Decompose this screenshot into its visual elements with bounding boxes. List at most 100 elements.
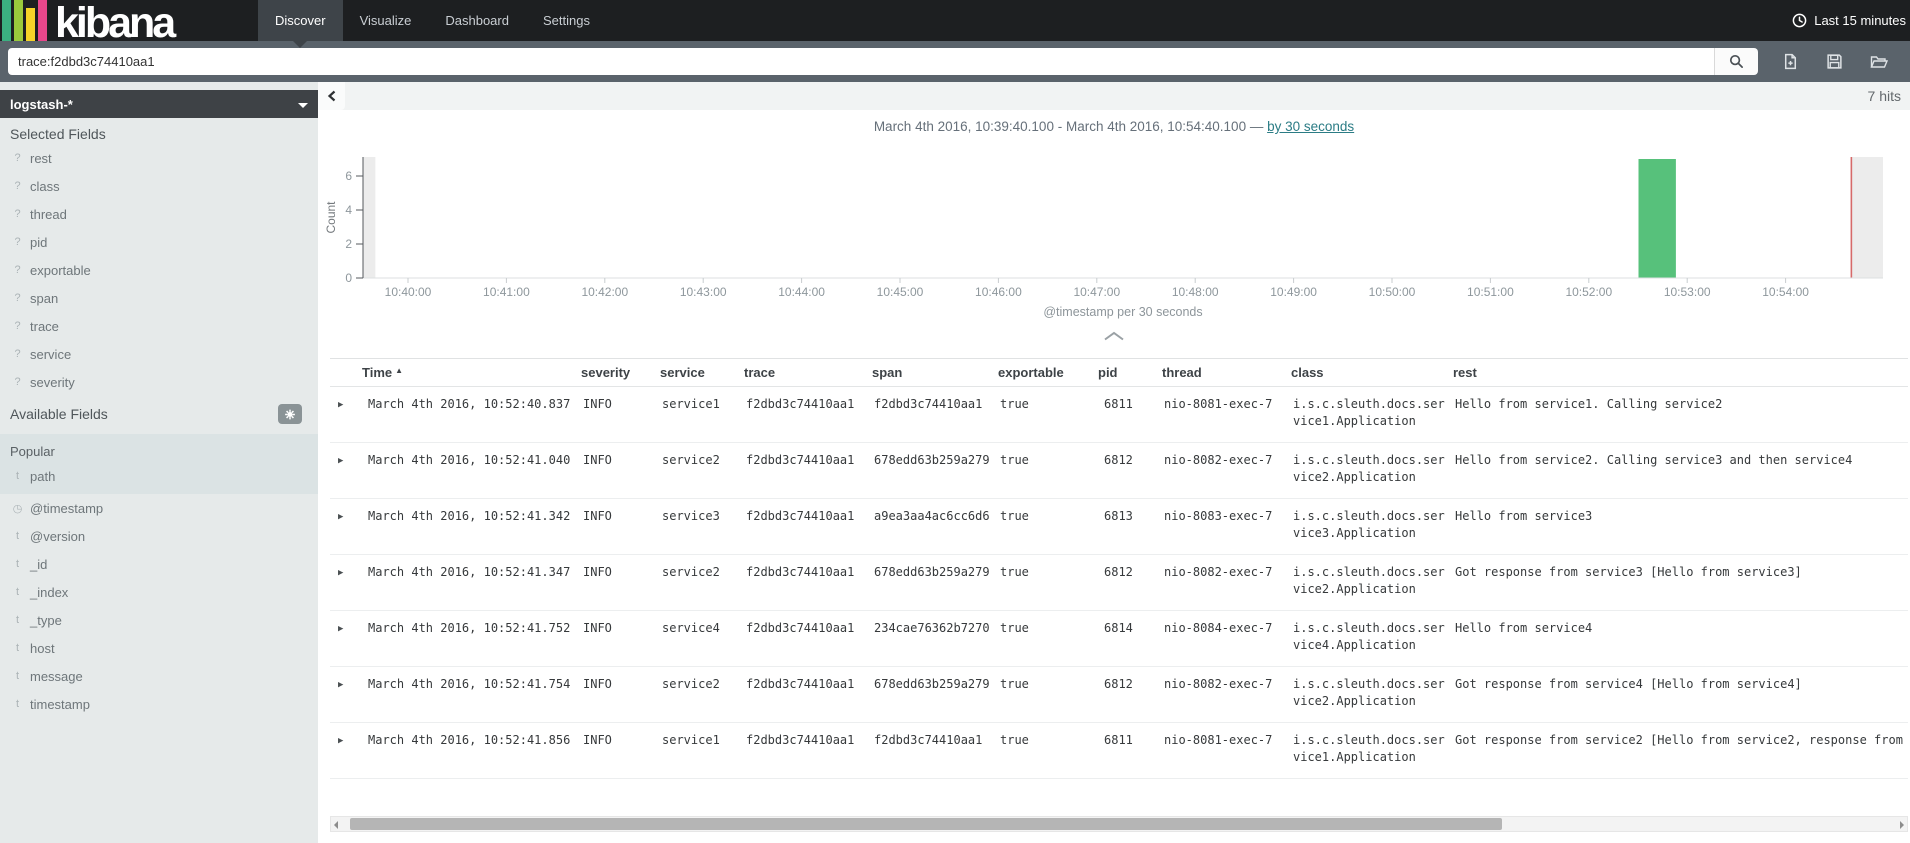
x-tick-label: 10:44:00 <box>778 285 825 299</box>
cell-span: 234cae76362b7270 <box>866 610 992 667</box>
query-bar <box>0 41 1910 82</box>
column-header-service[interactable]: service <box>654 358 738 387</box>
chevron-up-icon <box>1104 331 1124 341</box>
field-item-host[interactable]: t host <box>0 634 318 662</box>
nav-item-settings[interactable]: Settings <box>526 0 607 41</box>
field-name: pid <box>30 234 48 250</box>
cell-thread: nio-8082-exec-7 <box>1156 442 1285 499</box>
y-tick-label: 4 <box>345 203 352 217</box>
field-item-path[interactable]: t path <box>0 462 318 490</box>
field-name: exportable <box>30 262 91 278</box>
row-expander-icon[interactable]: ▶ <box>330 610 356 667</box>
cell-exportable: true <box>992 498 1092 555</box>
field-item-class[interactable]: ? class <box>0 172 318 200</box>
field-item-severity[interactable]: ? severity <box>0 368 318 396</box>
column-header-trace[interactable]: trace <box>738 358 866 387</box>
cell-service: service2 <box>654 442 738 499</box>
cell-pid: 6812 <box>1092 666 1156 723</box>
cell-time: March 4th 2016, 10:52:41.040 <box>356 442 575 499</box>
search-button[interactable] <box>1714 48 1758 75</box>
cell-trace: f2dbd3c74410aa1 <box>738 498 866 555</box>
sort-ascending-icon: ▲ <box>395 366 404 375</box>
cell-time: March 4th 2016, 10:52:41.347 <box>356 554 575 611</box>
field-settings-button[interactable] <box>278 404 302 424</box>
new-search-button[interactable] <box>1782 53 1799 70</box>
index-pattern-selector[interactable]: logstash-* <box>0 90 318 118</box>
row-expander-icon[interactable]: ▶ <box>330 554 356 611</box>
field-item-service[interactable]: ? service <box>0 340 318 368</box>
time-filter-label: Last 15 minutes <box>1814 13 1906 28</box>
field-item-@timestamp[interactable]: ◷ @timestamp <box>0 494 318 522</box>
field-item-_index[interactable]: t _index <box>0 578 318 606</box>
field-item-pid[interactable]: ? pid <box>0 228 318 256</box>
row-expander-icon[interactable]: ▶ <box>330 666 356 723</box>
row-expander-icon[interactable]: ▶ <box>330 386 356 443</box>
field-item-exportable[interactable]: ? exportable <box>0 256 318 284</box>
column-header-time[interactable]: Time ▲ <box>356 358 575 387</box>
cell-severity: INFO <box>575 554 654 611</box>
cell-trace: f2dbd3c74410aa1 <box>738 386 866 443</box>
time-picker[interactable]: Last 15 minutes <box>1792 0 1910 41</box>
hits-histogram[interactable]: 10:40:00 10:41:00 10:42:00 10:43:00 10:44:00… <box>318 132 1908 332</box>
column-header-rest[interactable]: rest <box>1447 358 1908 387</box>
field-item-trace[interactable]: ? trace <box>0 312 318 340</box>
column-header-span[interactable]: span <box>866 358 992 387</box>
open-search-button[interactable] <box>1870 53 1888 70</box>
string-field-icon: t <box>15 642 20 654</box>
string-field-icon: t <box>15 670 20 682</box>
column-header-pid[interactable]: pid <box>1092 358 1156 387</box>
save-search-button[interactable] <box>1826 53 1843 70</box>
cell-time: March 4th 2016, 10:52:41.752 <box>356 610 575 667</box>
row-expander-icon[interactable]: ▶ <box>330 498 356 555</box>
cell-thread: nio-8084-exec-7 <box>1156 610 1285 667</box>
cell-severity: INFO <box>575 666 654 723</box>
scrollbar-thumb[interactable] <box>350 818 1502 830</box>
field-item-@version[interactable]: t @version <box>0 522 318 550</box>
folder-open-icon <box>1870 56 1888 68</box>
x-tick-label: 10:43:00 <box>680 285 727 299</box>
field-item-thread[interactable]: ? thread <box>0 200 318 228</box>
cell-trace: f2dbd3c74410aa1 <box>738 554 866 611</box>
field-item-message[interactable]: t message <box>0 662 318 690</box>
column-header-thread[interactable]: thread <box>1156 358 1285 387</box>
results-topstrip <box>318 82 1910 110</box>
column-header-exportable[interactable]: exportable <box>992 358 1092 387</box>
histogram-bar[interactable] <box>1638 159 1676 278</box>
nav-item-discover[interactable]: Discover <box>258 0 343 48</box>
cell-class: i.s.c.sleuth.docs.service2.Application <box>1285 666 1447 723</box>
column-header-class[interactable]: class <box>1285 358 1447 387</box>
unknown-field-icon: ? <box>14 348 21 360</box>
table-header-row: Time ▲ severity service trace span exportable p… <box>330 358 1908 387</box>
scroll-left-arrow-icon[interactable] <box>334 821 338 829</box>
x-tick-label: 10:48:00 <box>1172 285 1219 299</box>
search-input[interactable] <box>8 48 1714 75</box>
brand-name: kibana <box>55 0 176 47</box>
cell-rest: Hello from service4 <box>1447 610 1908 667</box>
row-expander-icon[interactable]: ▶ <box>330 442 356 499</box>
row-expander-icon[interactable]: ▶ <box>330 722 356 779</box>
field-item-_type[interactable]: t _type <box>0 606 318 634</box>
unknown-field-icon: ? <box>14 292 21 304</box>
horizontal-scrollbar[interactable] <box>330 816 1908 832</box>
scroll-right-arrow-icon[interactable] <box>1900 821 1904 829</box>
sidebar-collapse-button[interactable] <box>318 82 345 110</box>
nav-item-visualize[interactable]: Visualize <box>343 0 429 41</box>
field-item-rest[interactable]: ? rest <box>0 144 318 172</box>
field-item-_id[interactable]: t _id <box>0 550 318 578</box>
x-tick-label: 10:45:00 <box>877 285 924 299</box>
column-header-severity[interactable]: severity <box>575 358 654 387</box>
unknown-field-icon: ? <box>14 208 21 220</box>
cell-service: service3 <box>654 498 738 555</box>
cell-exportable: true <box>992 610 1092 667</box>
field-item-timestamp[interactable]: t timestamp <box>0 690 318 718</box>
chart-collapse-button[interactable] <box>1088 328 1140 344</box>
cell-severity: INFO <box>575 442 654 499</box>
available-fields-list: ◷ @timestamp t @version t _id t _index t _type t ho… <box>0 494 318 718</box>
cell-severity: INFO <box>575 386 654 443</box>
field-item-span[interactable]: ? span <box>0 284 318 312</box>
cell-pid: 6811 <box>1092 386 1156 443</box>
range-start-band <box>363 157 376 278</box>
kibana-logo: kibana <box>2 0 234 47</box>
unknown-field-icon: ? <box>14 376 21 388</box>
nav-item-dashboard[interactable]: Dashboard <box>428 0 526 41</box>
